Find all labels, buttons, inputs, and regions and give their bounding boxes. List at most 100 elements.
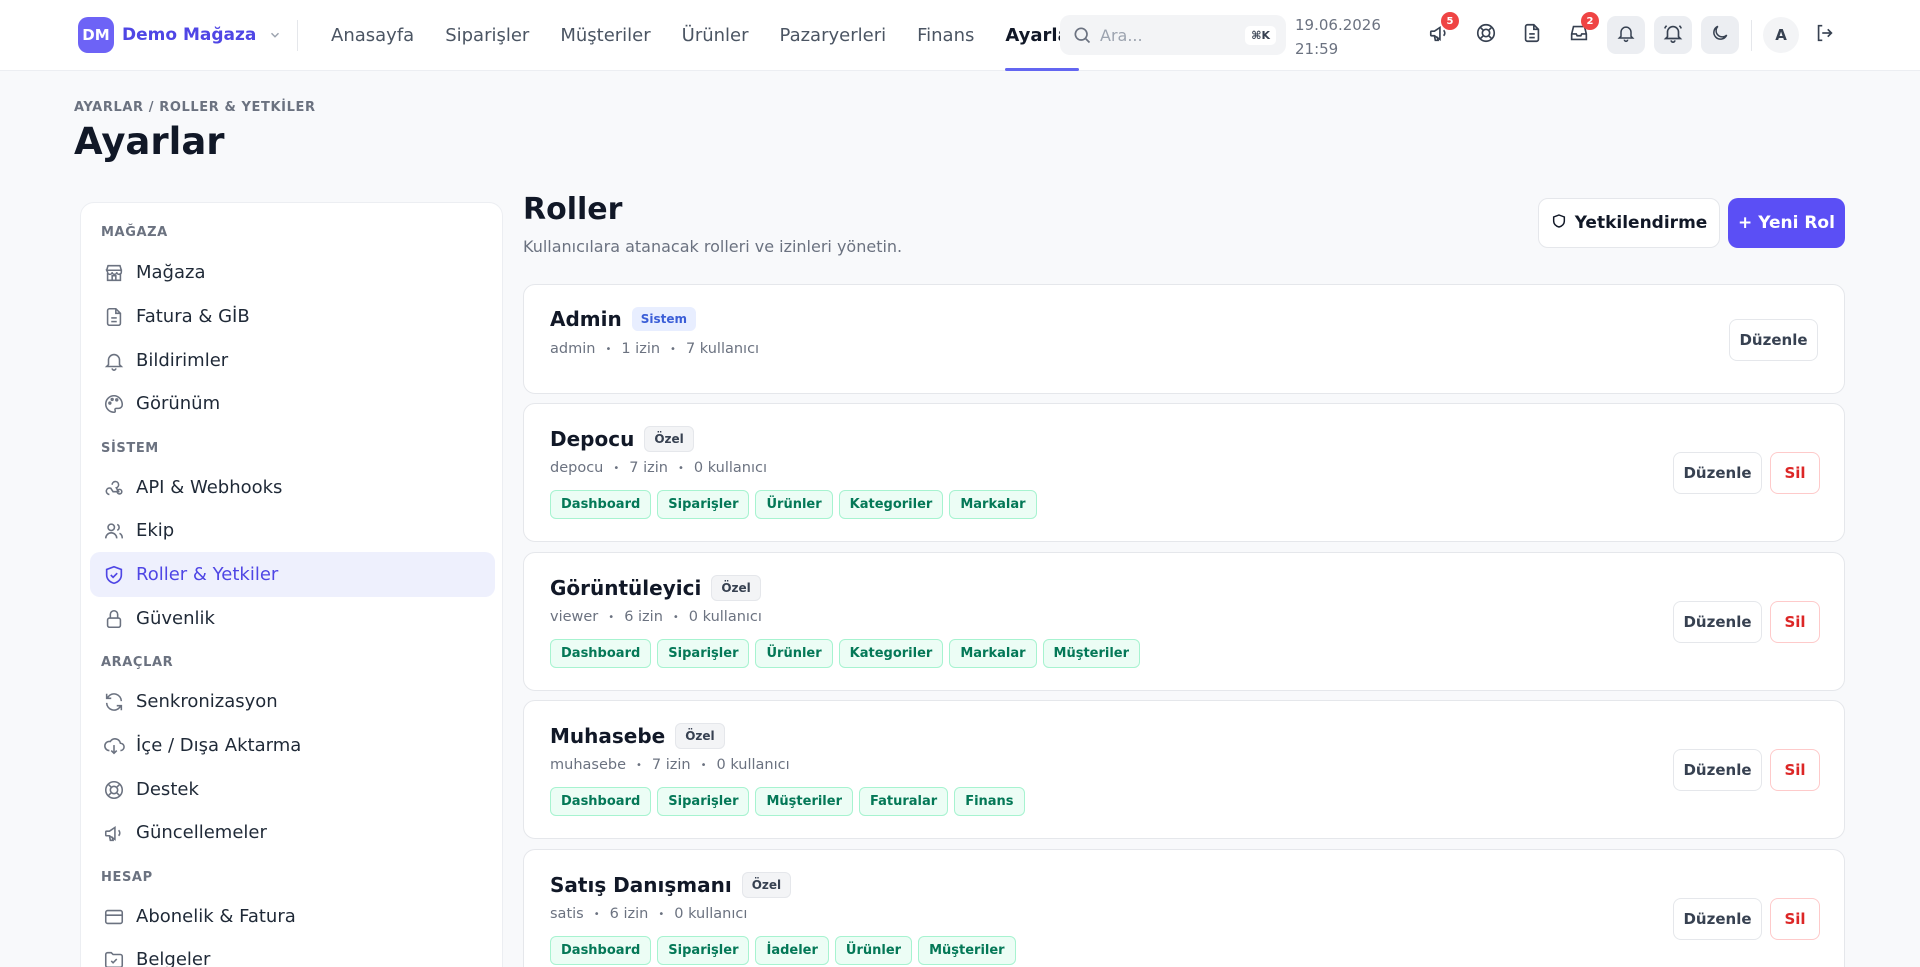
settings-sidebar: MAĞAZA Mağaza Fatura & GİB Bildirimler G…: [80, 202, 503, 967]
store-switcher[interactable]: DM Demo Mağaza: [78, 17, 284, 53]
theme-toggle[interactable]: [1701, 16, 1739, 54]
edit-role-button[interactable]: Düzenle: [1673, 601, 1762, 643]
announcements-button[interactable]: 5: [1420, 12, 1459, 54]
role-name: Satış Danışmanı: [550, 873, 732, 897]
sidebar-item-label: Güvenlik: [136, 608, 215, 629]
edit-role-button[interactable]: Düzenle: [1673, 452, 1762, 494]
role-permission-count: 7 izin: [629, 460, 668, 476]
inbox-button[interactable]: 2: [1560, 12, 1599, 54]
current-date: 19.06.2026: [1295, 16, 1381, 34]
role-type-badge: Sistem: [631, 307, 697, 331]
help-button[interactable]: [1467, 16, 1505, 54]
role-permission-count: 6 izin: [609, 906, 649, 922]
nav-pazaryerleri[interactable]: Pazaryerleri: [780, 0, 887, 71]
page-title: Ayarlar: [74, 120, 225, 163]
search-box[interactable]: ⌘K: [1060, 15, 1286, 55]
sidebar-item-updates[interactable]: Güncellemeler: [90, 810, 495, 855]
lifebuoy-icon: [1475, 22, 1497, 48]
role-meta: depocu • 7 izin • 0 kullanıcı: [550, 460, 767, 476]
sidebar-item-sync[interactable]: Senkronizasyon: [90, 679, 495, 724]
store-logo: DM: [78, 17, 114, 53]
role-card: Depocu Özel depocu • 7 izin • 0 kullanıc…: [523, 403, 1845, 542]
sidebar-item-invoice[interactable]: Fatura & GİB: [90, 294, 495, 339]
nav-finans[interactable]: Finans: [917, 0, 974, 71]
documents-button[interactable]: [1513, 16, 1551, 54]
role-user-count: 0 kullanıcı: [688, 609, 762, 625]
separator-dot: •: [677, 462, 684, 474]
role-card: Satış Danışmanı Özel satis • 6 izin • 0 …: [523, 849, 1845, 967]
role-card: Muhasebe Özel muhasebe • 7 izin • 0 kull…: [523, 700, 1845, 839]
sidebar-item-team[interactable]: Ekip: [90, 508, 495, 553]
sidebar-item-label: Görünüm: [136, 393, 221, 414]
sidebar-item-notifications[interactable]: Bildirimler: [90, 338, 495, 383]
logout-button[interactable]: [1806, 16, 1844, 54]
permission-chip: Müşteriler: [755, 787, 853, 816]
authorization-button[interactable]: Yetkilendirme: [1538, 198, 1720, 248]
shield-check-icon: [102, 563, 126, 587]
notifications-button[interactable]: [1607, 16, 1645, 54]
permission-chip: Müşteriler: [1042, 639, 1141, 668]
permission-chips: Dashboard Siparişler Ürünler Kategoriler…: [550, 639, 1141, 668]
search-shortcut: ⌘K: [1245, 25, 1276, 45]
search-icon: [1072, 25, 1092, 45]
delete-role-button[interactable]: Sil: [1770, 749, 1820, 791]
delete-role-button[interactable]: Sil: [1770, 452, 1820, 494]
edit-role-button[interactable]: Düzenle: [1673, 749, 1762, 791]
permission-chip: Siparişler: [657, 787, 750, 816]
lifebuoy-icon: [102, 778, 126, 802]
role-permission-count: 6 izin: [624, 609, 663, 625]
shield-icon: [1551, 213, 1567, 234]
sidebar-item-label: Güncellemeler: [136, 822, 267, 843]
nav-siparisler[interactable]: Siparişler: [445, 0, 529, 71]
permission-chip: Siparişler: [657, 490, 750, 519]
sidebar-item-documents[interactable]: Belgeler: [90, 937, 495, 967]
permission-chip: Markalar: [949, 490, 1037, 519]
alerts-button[interactable]: [1654, 16, 1692, 54]
sidebar-item-store[interactable]: Mağaza: [90, 250, 495, 295]
search-input[interactable]: [1100, 25, 1240, 45]
document-icon: [1521, 22, 1543, 48]
sidebar-item-api[interactable]: API & Webhooks: [90, 465, 495, 510]
role-card: Görüntüleyici Özel viewer • 6 izin • 0 k…: [523, 552, 1845, 691]
refresh-icon: [102, 690, 126, 714]
permission-chip: İadeler: [755, 936, 829, 965]
role-meta: satis • 6 izin • 0 kullanıcı: [550, 906, 747, 922]
permission-chip: Siparişler: [657, 936, 750, 965]
sidebar-item-label: Ekip: [136, 520, 175, 541]
role-type-badge: Özel: [711, 575, 761, 601]
new-role-button[interactable]: + Yeni Rol: [1728, 198, 1845, 248]
sidebar-item-import[interactable]: İçe / Dışa Aktarma: [90, 723, 495, 768]
permission-chip: Dashboard: [550, 936, 652, 965]
nav-urunler[interactable]: Ürünler: [682, 0, 749, 71]
delete-role-button[interactable]: Sil: [1770, 898, 1820, 940]
sidebar-item-roles[interactable]: Roller & Yetkiler: [90, 552, 495, 597]
sidebar-item-support[interactable]: Destek: [90, 767, 495, 812]
edit-role-button[interactable]: Düzenle: [1673, 898, 1762, 940]
sidebar-item-billing[interactable]: Abonelik & Fatura: [90, 894, 495, 939]
section-title: Roller: [523, 192, 623, 227]
separator-dot: •: [700, 759, 707, 771]
sidebar-item-label: Destek: [136, 779, 199, 800]
nav-musteriler[interactable]: Müşteriler: [560, 0, 650, 71]
separator-dot: •: [593, 908, 600, 920]
folder-icon: [102, 948, 126, 967]
role-card: Admin Sistem admin • 1 izin • 7 kullanıc…: [523, 284, 1845, 394]
role-slug: depocu: [550, 460, 604, 476]
sidebar-item-label: İçe / Dışa Aktarma: [136, 735, 302, 756]
edit-role-button[interactable]: Düzenle: [1729, 319, 1818, 361]
credit-card-icon: [102, 905, 126, 929]
permission-chip: Dashboard: [550, 639, 652, 668]
sidebar-item-appearance[interactable]: Görünüm: [90, 381, 495, 426]
delete-role-button[interactable]: Sil: [1770, 601, 1820, 643]
moon-icon: [1710, 23, 1730, 47]
file-text-icon: [102, 305, 126, 329]
bell-ring-icon: [1662, 22, 1684, 48]
permission-chips: Dashboard Siparişler Müşteriler Faturala…: [550, 787, 1025, 816]
users-icon: [102, 519, 126, 543]
avatar[interactable]: A: [1763, 17, 1799, 53]
nav-anasayfa[interactable]: Anasayfa: [331, 0, 414, 71]
cloud-download-icon: [102, 734, 126, 758]
separator-dot: •: [613, 462, 620, 474]
permission-chip: Müşteriler: [918, 936, 1016, 965]
sidebar-item-security[interactable]: Güvenlik: [90, 596, 495, 641]
